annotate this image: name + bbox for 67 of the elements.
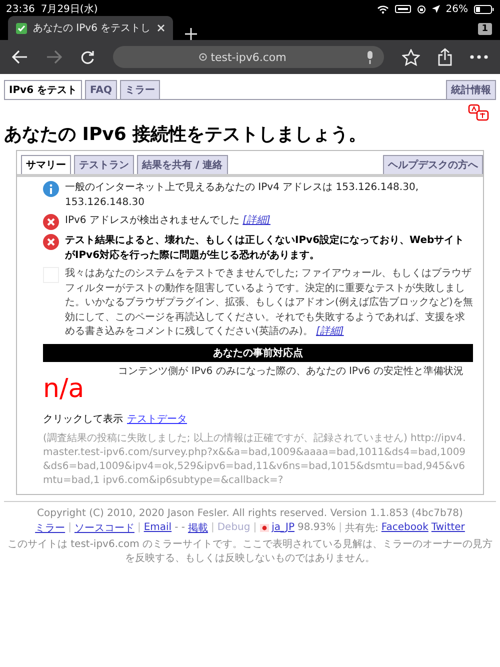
translate-icon[interactable] (468, 104, 490, 122)
lock-rotation-icon (416, 4, 426, 14)
separator: | (137, 522, 141, 533)
share-icon[interactable] (438, 48, 452, 66)
footer-link[interactable]: Twitter (431, 522, 465, 533)
separator: | (68, 522, 72, 533)
url-text: test-ipv6.com (210, 50, 286, 64)
stats-tab[interactable]: 統計情報 (446, 80, 496, 99)
forward-arrow-icon[interactable] (46, 50, 62, 64)
separator: | (253, 522, 257, 533)
status-date: 7月29日(水) (40, 2, 98, 16)
readiness-caption: コンテンツ側が IPv6 のみになった際の、あなたの IPv6 の安定性と準備状況 (118, 364, 464, 378)
test-data-link[interactable]: テストデータ (127, 412, 187, 426)
footer-link[interactable]: ソースコード (74, 520, 134, 534)
mirror-notice: このサイトは test-ipv6.com のミラーサイトです。ここで表明されている見解は、ミラーのオーナーの見方を反映する、もしくは反映しないものではありません。 (6, 538, 494, 564)
error-icon (43, 234, 59, 250)
browser-tab[interactable]: あなたの IPv6 をテストし (8, 16, 173, 40)
readiness-title: あなたの事前対応点 (43, 344, 473, 362)
address-bar[interactable]: test-ipv6.com (113, 46, 384, 68)
tab-count[interactable]: 1 (478, 23, 492, 35)
result-text: 一般のインターネット上で見えるあなたの IPv4 アドレスは 153.126.148.30, 153.126.148.30 (65, 181, 420, 210)
footer-link[interactable]: Email (144, 522, 172, 533)
copyright-text: Copyright (C) 2010, 2020 Jason Fesler. All rights reserved. Version 1.1.853 (4bc7b78) (36, 508, 464, 518)
info-icon (198, 53, 207, 61)
error-icon (43, 214, 59, 230)
details-link[interactable]: [詳細] (316, 326, 344, 337)
plus-icon[interactable] (184, 28, 197, 40)
battery-percent: 26% (446, 4, 468, 14)
flag-icon (260, 524, 269, 532)
site-tab[interactable]: FAQ (85, 80, 117, 99)
checkmark-icon (16, 22, 27, 34)
footer-link[interactable]: 掲載 (188, 520, 208, 534)
summary-tab[interactable]: テストラン (74, 155, 134, 174)
page-heading: あなたの IPv6 接続性をテストしましょう。 (4, 123, 368, 146)
footer-text: 98.93% (298, 522, 336, 533)
more-icon[interactable] (470, 55, 488, 59)
footer-link[interactable]: Facebook (381, 522, 428, 533)
close-icon[interactable] (156, 24, 165, 32)
site-tab[interactable]: IPv6 をテスト (4, 80, 82, 99)
status-time: 23:36 (6, 4, 35, 14)
back-arrow-icon[interactable] (12, 50, 28, 64)
helpdesk-tab[interactable]: ヘルプデスクの方へ (383, 155, 483, 174)
result-text: 我々はあなたのシステムをテストできませんでした; ファイアウォール、もしくはブラウザフィルターがテストの動作を阻害しているようです。決定的に重要なテストが失敗しました。いかなるブラウザプラグイン、拡張、もしくはアドオン(例えば広告ブロックなど)を無効にして、このページを再読込してください。それでも失敗するようであれば、支援を求める書き込みをコメントに残してください(英語のみ)。 [詳細] (65, 267, 473, 339)
microphone-icon[interactable] (366, 50, 374, 64)
locale-link[interactable]: ja_JP (272, 522, 295, 533)
footer-link[interactable]: ミラー (35, 520, 66, 534)
vpn-icon (394, 5, 411, 13)
result-text: テスト結果によると、壊れた、もしくは正しくないIPv6設定になっており、WebサイトがIPv6対応を行った際に問題が生じる恐れがあります。 (65, 234, 466, 262)
separator: | (338, 522, 342, 533)
wifi-icon (376, 4, 389, 14)
battery-icon (474, 4, 494, 14)
details-link[interactable]: [詳細] (242, 215, 270, 226)
test-data-label: クリックして表示 (43, 412, 123, 426)
footer-text: - - (174, 522, 185, 533)
site-tab[interactable]: ミラー (120, 80, 160, 99)
footer-text: 共有先: (345, 522, 378, 534)
info-icon (43, 181, 59, 197)
location-icon (432, 5, 440, 13)
survey-text: (調査結果の投稿に失敗しました; 以上の情報は正確ですが、記録されていません) http://ipv4.master.test-ipv6.com/survey.php?x&&a=bad,1009&aaaa=bad,1011&ds4=bad,1009&ds6=bad,1009&ipv4=ok,529&ipv6=bad,11&v6ns=bad,1015&dsmtu=bad,945&v6mtu=bad,1 ipv6.com&ip6subtype=&callback=? (42, 432, 467, 488)
summary-tab[interactable]: サマリー (21, 155, 71, 174)
reload-icon[interactable] (80, 50, 95, 64)
summary-tab[interactable]: 結果を共有 / 連絡 (137, 155, 228, 174)
star-icon[interactable] (402, 48, 420, 66)
tab-title: あなたの IPv6 をテストし (33, 22, 151, 35)
readiness-score: n/a (43, 374, 84, 404)
separator: | (210, 522, 214, 533)
result-text: IPv6 アドレスが検出されませんでした [詳細] (65, 214, 270, 228)
